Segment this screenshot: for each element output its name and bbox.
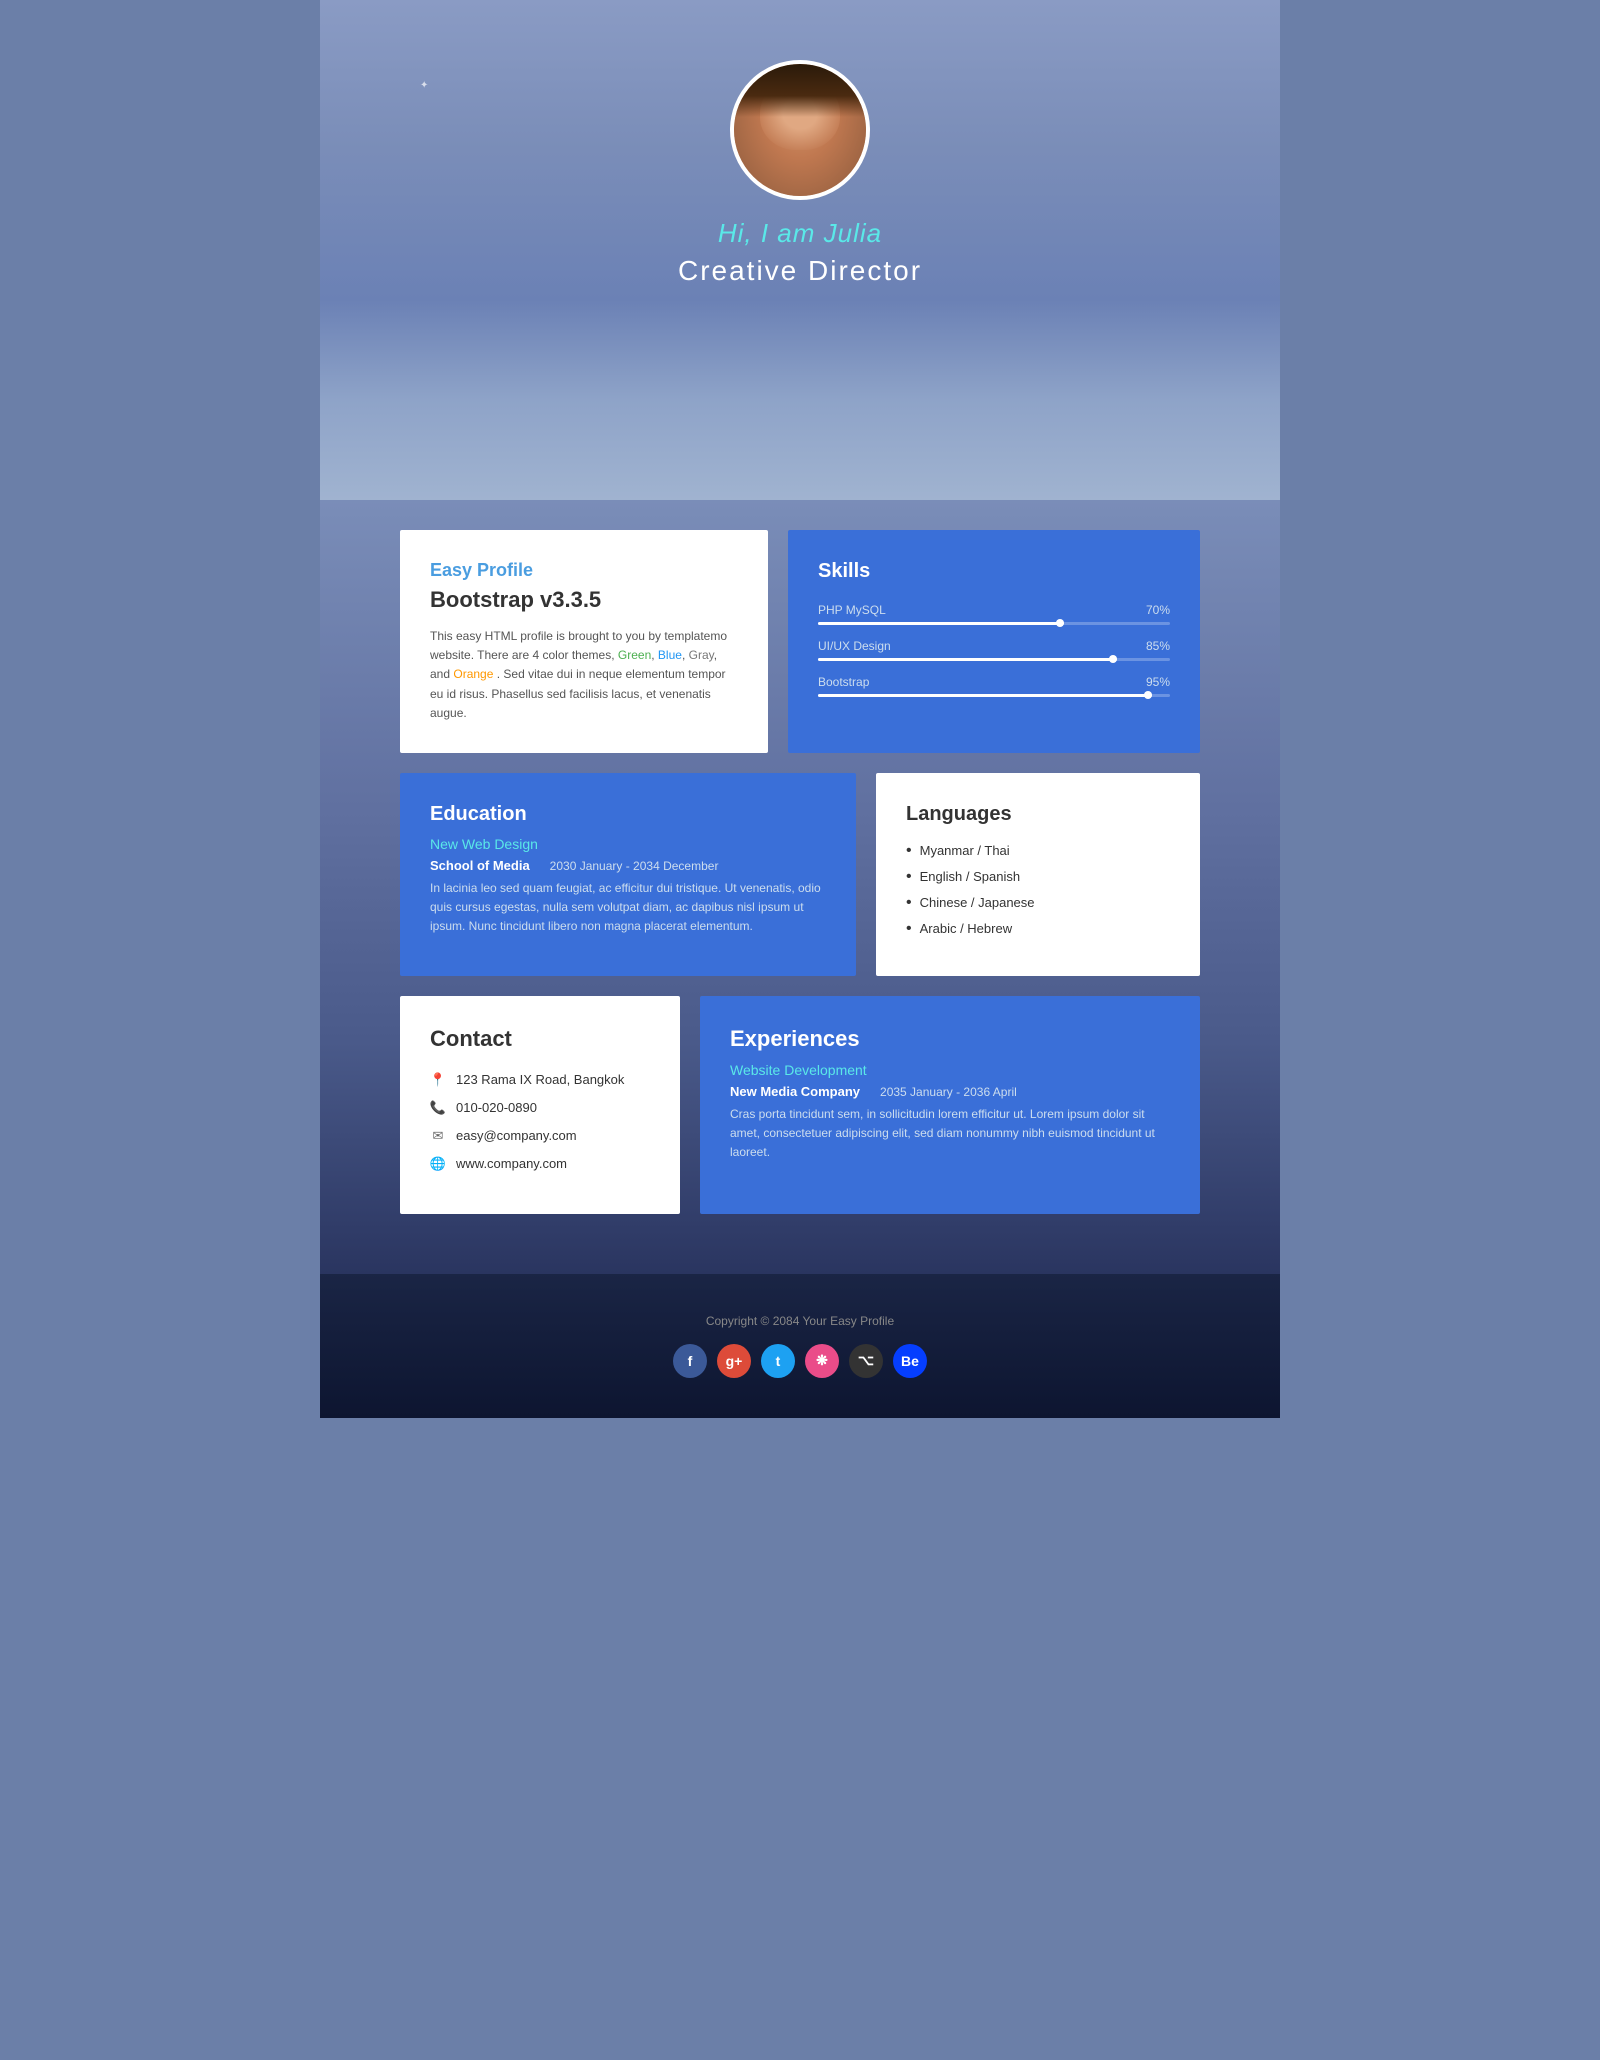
contact-phone: 📞 010-020-0890 <box>430 1100 650 1116</box>
hero-title: Creative Director <box>678 255 922 287</box>
star-decoration: ✦ <box>420 80 440 100</box>
list-item: Chinese / Japanese <box>906 894 1170 912</box>
row-3: Contact 📍 123 Rama IX Road, Bangkok 📞 01… <box>400 996 1200 1214</box>
row-2: Education New Web Design School of Media… <box>400 773 1200 976</box>
education-subtitle: New Web Design <box>430 836 826 852</box>
skill-uiux-bar-bg <box>818 658 1170 661</box>
skill-php-bar-bg <box>818 622 1170 625</box>
easy-profile-card: Easy Profile Bootstrap v3.3.5 This easy … <box>400 530 768 753</box>
contact-email: ✉ easy@company.com <box>430 1128 650 1144</box>
link-orange[interactable]: Orange <box>453 667 493 681</box>
skill-bootstrap-label: Bootstrap <box>818 675 869 689</box>
avatar-image <box>734 64 866 196</box>
phone-icon: 📞 <box>430 1100 446 1116</box>
footer: Copyright © 2084 Your Easy Profile f g+ … <box>320 1274 1280 1418</box>
experiences-subtitle: Website Development <box>730 1062 1170 1078</box>
skills-card: Skills PHP MySQL 70% UI/UX Design 85% <box>788 530 1200 753</box>
contact-website-text: www.company.com <box>456 1156 567 1171</box>
hero-section: ✦ Hi, I am Julia Creative Director <box>320 0 1280 500</box>
languages-title: Languages <box>906 803 1170 826</box>
skill-php-label: PHP MySQL <box>818 603 886 617</box>
contact-address: 📍 123 Rama IX Road, Bangkok <box>430 1072 650 1088</box>
google-plus-button[interactable]: g+ <box>717 1344 751 1378</box>
easy-profile-subtitle: Bootstrap v3.3.5 <box>430 587 738 613</box>
contact-address-text: 123 Rama IX Road, Bangkok <box>456 1072 624 1087</box>
link-blue[interactable]: Blue <box>658 648 682 662</box>
main-content: Easy Profile Bootstrap v3.3.5 This easy … <box>320 500 1280 1274</box>
contact-title: Contact <box>430 1026 650 1052</box>
education-school: School of Media <box>430 858 530 873</box>
languages-card: Languages Myanmar / Thai English / Spani… <box>876 773 1200 976</box>
github-button[interactable]: ⌥ <box>849 1344 883 1378</box>
facebook-button[interactable]: f <box>673 1344 707 1378</box>
experiences-description: Cras porta tincidunt sem, in sollicitudi… <box>730 1105 1170 1163</box>
avatar <box>730 60 870 200</box>
contact-card: Contact 📍 123 Rama IX Road, Bangkok 📞 01… <box>400 996 680 1214</box>
twitter-button[interactable]: t <box>761 1344 795 1378</box>
skills-title: Skills <box>818 560 1170 583</box>
list-item: English / Spanish <box>906 868 1170 886</box>
contact-website: 🌐 www.company.com <box>430 1156 650 1172</box>
location-icon: 📍 <box>430 1072 446 1088</box>
email-icon: ✉ <box>430 1128 446 1144</box>
experiences-row: New Media Company 2035 January - 2036 Ap… <box>730 1084 1170 1099</box>
languages-list: Myanmar / Thai English / Spanish Chinese… <box>906 842 1170 938</box>
list-item: Arabic / Hebrew <box>906 920 1170 938</box>
hero-greeting: Hi, I am Julia <box>718 218 882 249</box>
skill-php-percent: 70% <box>1146 603 1170 617</box>
skill-php: PHP MySQL 70% <box>818 603 1170 625</box>
contact-email-text: easy@company.com <box>456 1128 577 1143</box>
skill-bootstrap: Bootstrap 95% <box>818 675 1170 697</box>
education-title: Education <box>430 803 826 826</box>
globe-icon: 🌐 <box>430 1156 446 1172</box>
row-1: Easy Profile Bootstrap v3.3.5 This easy … <box>400 530 1200 753</box>
easy-profile-text: This easy HTML profile is brought to you… <box>430 627 738 723</box>
skill-bootstrap-bar-bg <box>818 694 1170 697</box>
education-description: In lacinia leo sed quam feugiat, ac effi… <box>430 879 826 937</box>
contact-phone-text: 010-020-0890 <box>456 1100 537 1115</box>
education-date: 2030 January - 2034 December <box>550 859 719 873</box>
dribbble-button[interactable]: ❋ <box>805 1344 839 1378</box>
education-card: Education New Web Design School of Media… <box>400 773 856 976</box>
skill-uiux-label: UI/UX Design <box>818 639 891 653</box>
experiences-company: New Media Company <box>730 1084 860 1099</box>
skill-bootstrap-percent: 95% <box>1146 675 1170 689</box>
skill-bootstrap-bar-fill <box>818 694 1152 697</box>
footer-copyright: Copyright © 2084 Your Easy Profile <box>340 1314 1260 1328</box>
skill-php-bar-fill <box>818 622 1064 625</box>
list-item: Myanmar / Thai <box>906 842 1170 860</box>
social-icons: f g+ t ❋ ⌥ Be <box>340 1344 1260 1378</box>
experiences-title: Experiences <box>730 1026 1170 1052</box>
easy-profile-label: Easy Profile <box>430 560 738 581</box>
experiences-date: 2035 January - 2036 April <box>880 1085 1017 1099</box>
experiences-card: Experiences Website Development New Medi… <box>700 996 1200 1214</box>
link-gray[interactable]: Gray <box>689 648 714 662</box>
skill-uiux: UI/UX Design 85% <box>818 639 1170 661</box>
education-row: School of Media 2030 January - 2034 Dece… <box>430 858 826 873</box>
skill-uiux-percent: 85% <box>1146 639 1170 653</box>
behance-button[interactable]: Be <box>893 1344 927 1378</box>
link-green[interactable]: Green <box>618 648 651 662</box>
skill-uiux-bar-fill <box>818 658 1117 661</box>
